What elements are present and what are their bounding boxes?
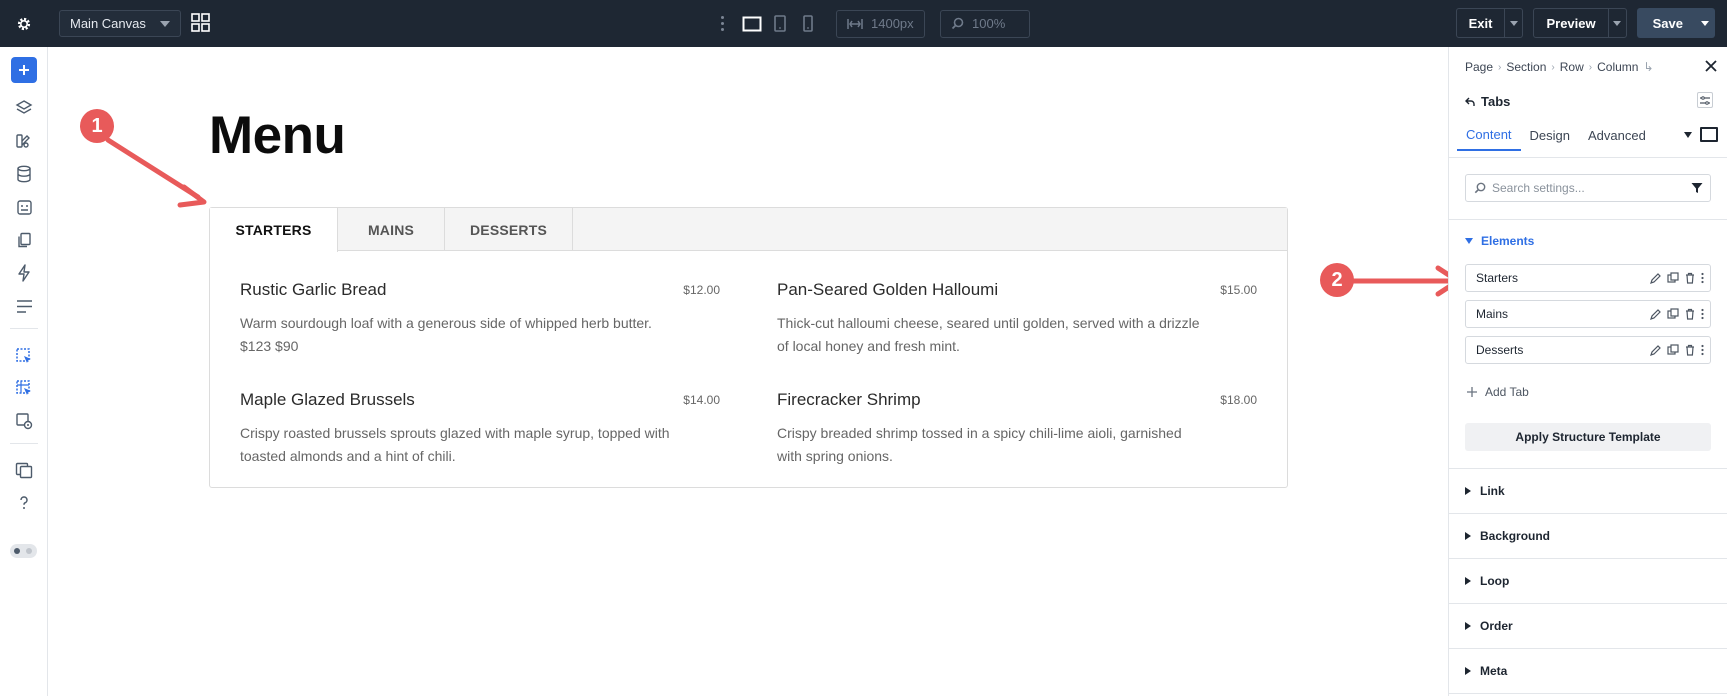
trash-icon[interactable] — [1685, 272, 1695, 284]
element-row-starters[interactable]: Starters — [1465, 264, 1711, 292]
edit-pencil-icon[interactable] — [1650, 308, 1661, 320]
breadcrumb-section[interactable]: Section — [1506, 60, 1546, 74]
more-vertical-icon[interactable] — [1701, 272, 1704, 284]
breadcrumb-row[interactable]: Row — [1560, 60, 1584, 74]
caret-down-icon — [1465, 238, 1473, 244]
panel-tab-extras — [1684, 127, 1718, 142]
more-vertical-icon[interactable] — [1701, 308, 1704, 320]
edit-pencil-icon[interactable] — [1650, 272, 1661, 284]
caret-right-icon — [1465, 577, 1471, 585]
section-label: Order — [1480, 619, 1513, 633]
section-link[interactable]: Link — [1465, 484, 1505, 498]
panel-title-label: Tabs — [1481, 94, 1511, 109]
trash-icon[interactable] — [1685, 308, 1695, 320]
chevron-right-icon: › — [1498, 61, 1502, 73]
section-background[interactable]: Background — [1465, 529, 1550, 543]
section-label: Loop — [1480, 574, 1510, 588]
callout-badge-1: 1 — [80, 109, 114, 143]
element-actions — [1650, 272, 1704, 284]
section-order[interactable]: Order — [1465, 619, 1513, 633]
tab-design[interactable]: Design — [1521, 119, 1579, 151]
tab-advanced[interactable]: Advanced — [1579, 119, 1655, 151]
chevron-right-icon: › — [1551, 61, 1555, 73]
section-divider — [1449, 558, 1727, 559]
section-label: Link — [1480, 484, 1505, 498]
element-actions — [1650, 308, 1704, 320]
element-label: Starters — [1476, 271, 1519, 285]
settings-search — [1465, 174, 1711, 202]
caret-right-icon — [1465, 487, 1471, 495]
breadcrumb-column[interactable]: Column — [1597, 60, 1638, 74]
tabs-divider — [1449, 157, 1727, 158]
panel-tabs: Content Design Advanced — [1457, 119, 1720, 151]
caret-right-icon — [1465, 532, 1471, 540]
elements-label: Elements — [1481, 234, 1535, 248]
filter-icon[interactable] — [1691, 182, 1703, 194]
breadcrumb-page[interactable]: Page — [1465, 60, 1493, 74]
chevron-right-icon: › — [1588, 61, 1593, 73]
more-vertical-icon[interactable] — [1701, 344, 1704, 356]
section-label: Background — [1480, 529, 1551, 543]
add-tab-label: Add Tab — [1485, 385, 1529, 399]
section-divider — [1449, 468, 1727, 469]
section-meta[interactable]: Meta — [1465, 664, 1507, 678]
section-divider — [1449, 693, 1727, 694]
section-loop[interactable]: Loop — [1465, 574, 1509, 588]
search-input[interactable] — [1492, 181, 1682, 195]
panel-title: Tabs — [1465, 94, 1510, 109]
elements-section-toggle[interactable]: Elements — [1465, 234, 1534, 248]
breadcrumb: Page › Section › Row › Column ↳ — [1465, 60, 1654, 74]
duplicate-icon[interactable] — [1667, 308, 1679, 320]
caret-right-icon — [1465, 667, 1471, 675]
section-divider — [1449, 513, 1727, 514]
caret-right-icon — [1465, 622, 1471, 630]
callout-badge-2: 2 — [1320, 263, 1354, 297]
responsive-square-icon[interactable] — [1700, 127, 1718, 142]
return-arrow-icon: ↳ — [1643, 60, 1654, 74]
trash-icon[interactable] — [1685, 344, 1695, 356]
apply-structure-template-button[interactable]: Apply Structure Template — [1465, 423, 1711, 451]
duplicate-icon[interactable] — [1667, 272, 1679, 284]
section-divider — [1449, 648, 1727, 649]
section-divider — [1449, 219, 1727, 220]
caret-down-icon[interactable] — [1684, 131, 1692, 138]
section-divider — [1449, 603, 1727, 604]
element-label: Mains — [1476, 307, 1509, 321]
tab-content[interactable]: Content — [1457, 119, 1521, 151]
section-label: Meta — [1480, 664, 1508, 678]
element-row-mains[interactable]: Mains — [1465, 300, 1711, 328]
search-icon — [1474, 182, 1486, 194]
settings-panel: Page › Section › Row › Column ↳ Tabs Con… — [1448, 47, 1727, 696]
element-actions — [1650, 344, 1704, 356]
element-row-desserts[interactable]: Desserts — [1465, 336, 1711, 364]
back-arrow-icon[interactable] — [1465, 97, 1475, 107]
duplicate-icon[interactable] — [1667, 344, 1679, 356]
preset-settings-icon[interactable] — [1697, 92, 1713, 108]
plus-icon — [1467, 387, 1477, 397]
element-label: Desserts — [1476, 343, 1524, 357]
add-tab-button[interactable]: Add Tab — [1467, 385, 1529, 399]
edit-pencil-icon[interactable] — [1650, 344, 1661, 356]
close-icon[interactable] — [1705, 59, 1717, 77]
